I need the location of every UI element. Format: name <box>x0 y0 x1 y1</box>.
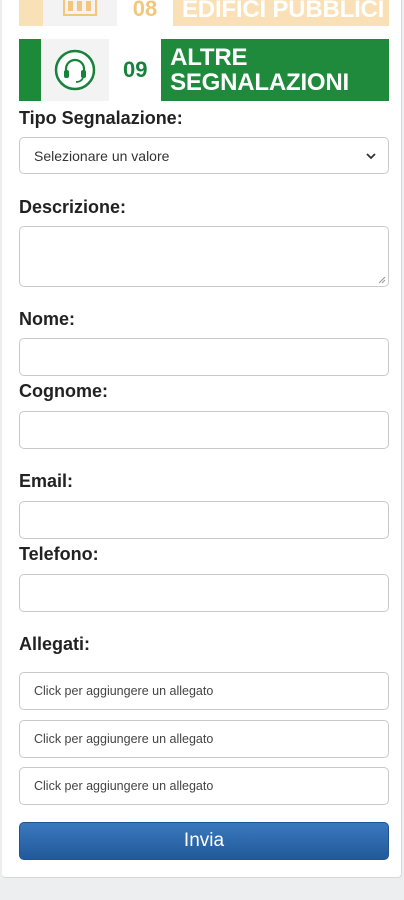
descrizione-label: Descrizione: <box>19 197 127 217</box>
nome-input[interactable] <box>19 338 389 376</box>
tipo-segnalazione-label: Tipo Segnalazione: <box>19 108 183 128</box>
allegato-input-2[interactable]: Click per aggiungere un allegato <box>19 720 389 758</box>
cognome-label: Cognome: <box>19 381 108 401</box>
category-stripe <box>19 39 42 101</box>
category-title: ALTRE SEGNALAZIONI <box>161 39 389 101</box>
category-stripe <box>19 0 43 26</box>
headset-icon <box>55 49 96 91</box>
descrizione-textarea[interactable] <box>19 226 389 287</box>
category-08-row[interactable]: 08 EDIFICI PUBBLICI <box>19 0 389 26</box>
cognome-input[interactable] <box>19 411 389 449</box>
telefono-label: Telefono: <box>19 544 99 564</box>
allegato-placeholder: Click per aggiungere un allegato <box>34 779 214 793</box>
category-09-row[interactable]: 09 ALTRE SEGNALAZIONI <box>19 39 389 101</box>
report-form-card: 08 EDIFICI PUBBLICI 09 ALTRE SEGNALAZION… <box>2 0 402 878</box>
submit-button[interactable]: Invia <box>19 822 389 860</box>
allegato-input-3[interactable]: Click per aggiungere un allegato <box>19 767 389 805</box>
select-value: Selezionare un valore <box>34 147 170 164</box>
allegato-placeholder: Click per aggiungere un allegato <box>34 684 214 698</box>
allegati-label: Allegati: <box>19 634 91 654</box>
chevron-down-icon <box>366 152 376 159</box>
tipo-segnalazione-select[interactable]: Selezionare un valore <box>19 137 389 174</box>
category-number: 09 <box>122 57 148 82</box>
email-input[interactable] <box>19 501 389 539</box>
allegato-input-1[interactable]: Click per aggiungere un allegato <box>19 672 389 710</box>
category-number: 08 <box>132 0 158 21</box>
nome-label: Nome: <box>19 309 76 329</box>
telefono-input[interactable] <box>19 574 389 612</box>
email-label: Email: <box>19 471 74 491</box>
category-icon-box <box>43 0 117 26</box>
building-icon <box>63 0 97 16</box>
resize-handle-icon[interactable] <box>378 276 386 284</box>
allegato-placeholder: Click per aggiungere un allegato <box>34 732 214 746</box>
category-title: EDIFICI PUBBLICI <box>173 0 389 26</box>
category-icon-box <box>41 39 110 101</box>
